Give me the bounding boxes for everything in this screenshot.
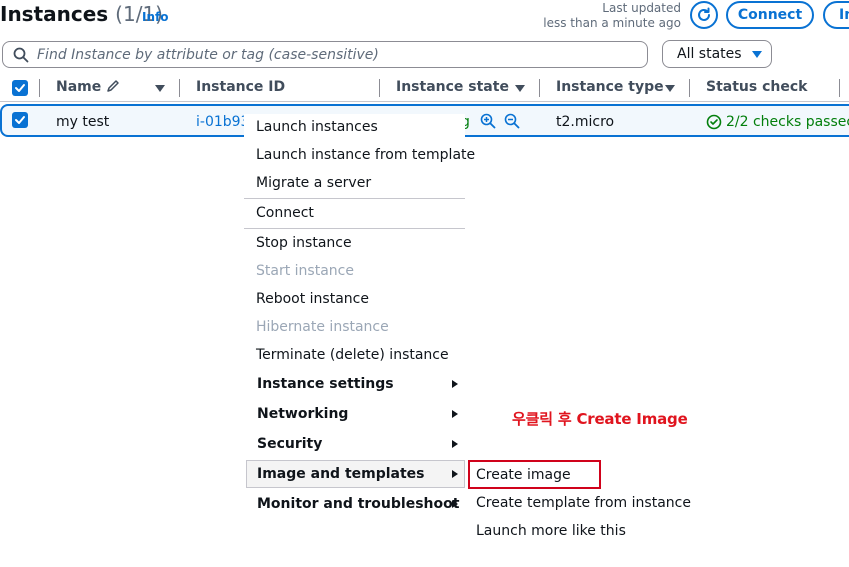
zoom-in-icon[interactable]	[480, 113, 496, 129]
column-divider	[179, 79, 180, 97]
row-checkbox[interactable]	[12, 112, 28, 128]
menu-item-launch-from-template[interactable]: Launch instance from template	[256, 147, 475, 163]
menu-item-launch-instances[interactable]: Launch instances	[256, 119, 378, 135]
instance-id-link[interactable]: i-01b93	[196, 114, 249, 130]
pencil-icon	[107, 80, 119, 92]
column-divider	[839, 79, 840, 97]
column-header-instance-type[interactable]: Instance type	[556, 79, 664, 95]
highlight-box	[468, 460, 601, 489]
menu-item-connect[interactable]: Connect	[256, 205, 314, 221]
column-header-instance-state[interactable]: Instance state	[396, 79, 509, 95]
info-link[interactable]: Info	[142, 10, 168, 24]
last-updated: Last updated less than a minute ago	[540, 1, 681, 31]
menu-item-hibernate-instance: Hibernate instance	[256, 319, 389, 335]
column-header-name[interactable]: Name	[56, 79, 120, 95]
instance-type: t2.micro	[556, 114, 615, 130]
caret-right-icon	[452, 410, 458, 418]
submenu-item-create-template[interactable]: Create template from instance	[476, 495, 691, 511]
caret-right-icon	[452, 440, 458, 448]
sort-caret-icon[interactable]	[155, 85, 165, 92]
column-header-instance-id[interactable]: Instance ID	[196, 79, 285, 95]
menu-item-stop-instance[interactable]: Stop instance	[256, 235, 352, 251]
sort-caret-icon[interactable]	[665, 85, 675, 92]
sort-caret-icon[interactable]	[515, 85, 525, 92]
annotation-text: 우클릭 후 Create Image	[512, 410, 688, 428]
column-divider	[379, 79, 380, 97]
menu-item-security[interactable]: Security	[257, 436, 322, 452]
caret-right-icon	[452, 380, 458, 388]
refresh-icon	[698, 7, 710, 21]
menu-item-migrate-server[interactable]: Migrate a server	[256, 175, 371, 191]
zoom-out-icon[interactable]	[504, 113, 520, 129]
instance-name: my test	[56, 114, 110, 130]
menu-item-networking[interactable]: Networking	[257, 406, 348, 422]
menu-item-reboot-instance[interactable]: Reboot instance	[256, 291, 369, 307]
menu-divider	[244, 228, 465, 229]
menu-item-image-and-templates[interactable]: Image and templates	[257, 466, 425, 482]
column-header-name-label: Name	[56, 79, 102, 95]
search-bar	[2, 41, 648, 68]
column-divider	[39, 79, 40, 97]
page-title-text: Instances	[0, 2, 109, 26]
column-divider	[689, 79, 690, 97]
menu-item-monitor-troubleshoot[interactable]: Monitor and troubleshoot	[257, 496, 459, 512]
page-title: Instances (1/1)	[0, 2, 163, 26]
instance-state-button[interactable]: Instance state	[823, 1, 849, 29]
menu-divider	[244, 198, 465, 199]
caret-right-icon	[452, 500, 458, 508]
check-circle-icon	[706, 114, 722, 130]
states-filter-select[interactable]: All states	[662, 40, 772, 68]
menu-item-terminate-instance[interactable]: Terminate (delete) instance	[256, 347, 449, 363]
last-updated-label: Last updated	[602, 1, 681, 15]
check-icon	[15, 84, 25, 92]
menu-item-start-instance: Start instance	[256, 263, 354, 279]
caret-right-icon	[452, 470, 458, 478]
select-all-checkbox[interactable]	[12, 80, 28, 96]
table-header: Name Instance ID Instance state Instance…	[0, 74, 849, 102]
column-divider	[539, 79, 540, 97]
submenu-item-launch-more-like-this[interactable]: Launch more like this	[476, 523, 626, 539]
connect-button[interactable]: Connect	[726, 1, 814, 29]
search-input[interactable]	[37, 46, 637, 63]
search-icon	[13, 47, 29, 62]
column-header-status-check[interactable]: Status check	[706, 79, 807, 95]
status-check-value: 2/2 checks passec	[726, 114, 849, 130]
check-icon	[15, 116, 25, 124]
context-menu: Launch instances Launch instance from te…	[244, 114, 475, 521]
last-updated-value: less than a minute ago	[543, 16, 681, 30]
menu-item-instance-settings[interactable]: Instance settings	[257, 376, 394, 392]
states-filter-value: All states	[677, 46, 742, 62]
refresh-button[interactable]	[690, 1, 718, 29]
caret-down-icon	[751, 50, 762, 58]
